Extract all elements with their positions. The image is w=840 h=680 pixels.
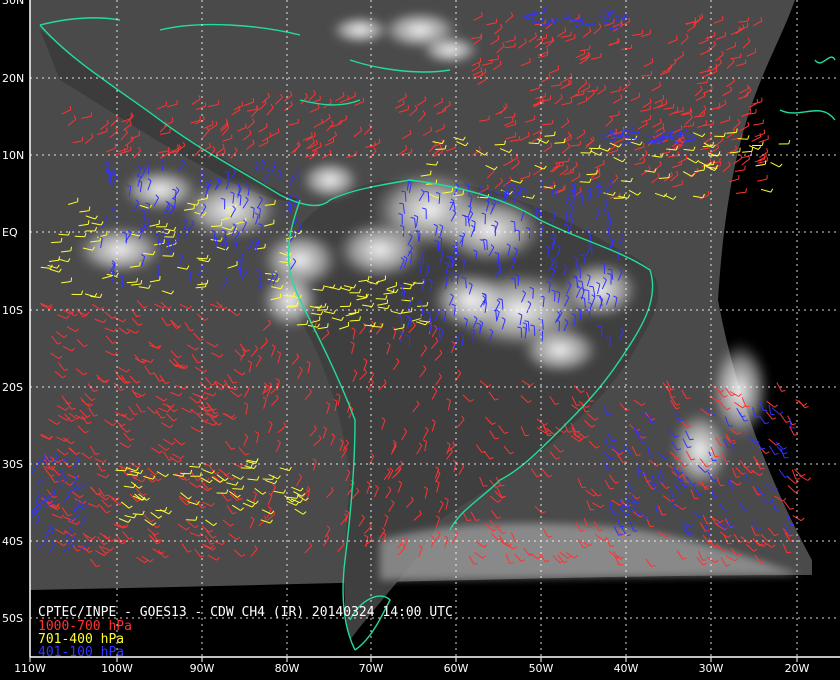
lat-label: 40S xyxy=(2,535,23,548)
lon-label: 20W xyxy=(785,662,810,675)
lon-label: 110W xyxy=(14,662,46,675)
lat-label: 30S xyxy=(2,458,23,471)
lon-label: 80W xyxy=(275,662,300,675)
lon-label: 40W xyxy=(614,662,639,675)
lat-label: 30N xyxy=(2,0,24,7)
map-title: CPTEC/INPE - GOES13 - CDW CH4 (IR) 20140… xyxy=(38,605,453,620)
lon-label: 100W xyxy=(101,662,133,675)
lat-label: 10S xyxy=(2,304,23,317)
lon-label: 50W xyxy=(529,662,554,675)
lon-label: 90W xyxy=(190,662,215,675)
lat-label: EQ xyxy=(2,226,18,239)
legend-high: 401-100 hPa xyxy=(38,645,124,660)
lat-label: 50S xyxy=(2,612,23,625)
satellite-wind-map: 30N 20N 10N EQ 10S 20S 30S 40S 50S 110W 100W 90W 80… xyxy=(0,0,840,680)
lat-label: 20N xyxy=(2,72,24,85)
lat-label: 20S xyxy=(2,381,23,394)
lon-label: 30W xyxy=(699,662,724,675)
lat-label: 10N xyxy=(2,149,24,162)
lon-label: 70W xyxy=(359,662,384,675)
lon-label: 60W xyxy=(444,662,469,675)
